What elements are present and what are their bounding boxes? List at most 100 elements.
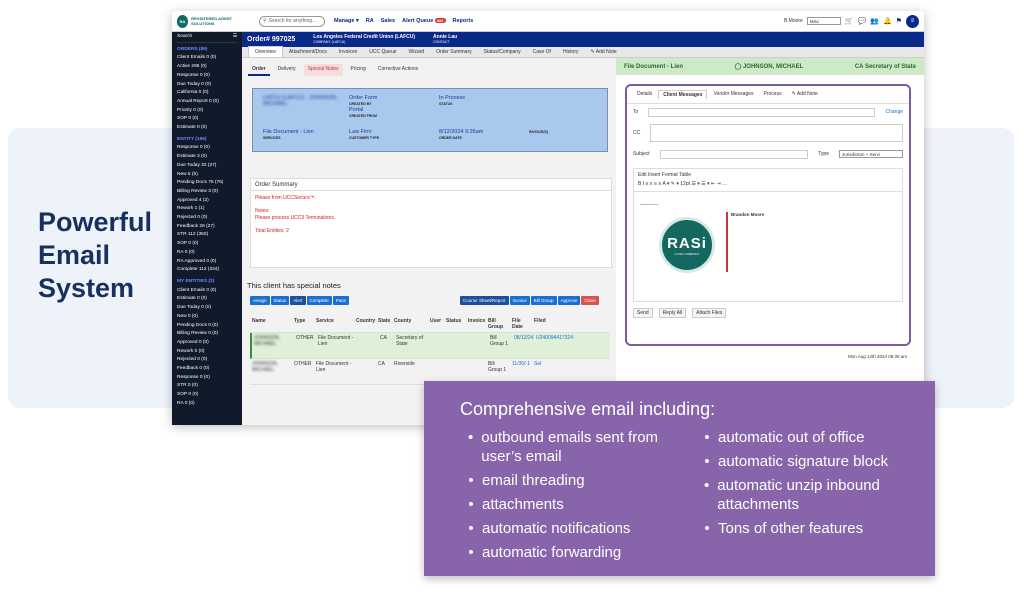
email-editor[interactable]: ----------- RASi A CSC COMPANY Brandon Mo… xyxy=(633,192,903,302)
sidebar-item[interactable]: Estimate 3 (0) xyxy=(177,153,237,162)
nav-manage[interactable]: Manage ▾ xyxy=(334,18,359,24)
email-tab-0[interactable]: Details xyxy=(633,90,656,99)
sidebar-section-title[interactable]: ENTITY (156) xyxy=(177,136,237,145)
subtab-0[interactable]: Order xyxy=(248,64,270,76)
sidebar-item[interactable]: Approved 0 (0) xyxy=(177,339,237,348)
sidebar-item[interactable]: Pending Docs 75 (75) xyxy=(177,179,237,188)
action-button[interactable]: Approve xyxy=(557,296,581,305)
table-cell[interactable]: 11/30/-1 xyxy=(510,361,532,367)
sidebar-item[interactable]: RA 0 (0) xyxy=(177,400,237,409)
search-input[interactable]: ⚲ Search for anything... xyxy=(259,15,325,27)
sidebar-menu-icon[interactable]: ☰ xyxy=(233,33,237,42)
action-button[interactable]: Alert xyxy=(290,296,306,305)
sidebar-item[interactable]: Rework 1 (1) xyxy=(177,205,237,214)
table-cell[interactable]: Sel xyxy=(532,361,570,367)
subtab-2[interactable]: Special Notes xyxy=(303,64,343,76)
column-header[interactable]: State xyxy=(376,318,392,324)
column-header[interactable]: Service xyxy=(314,318,354,324)
editor-format-row[interactable]: B I ≡ ≡ ≡ ≡ A ▾ ✎ ▾ 12pt ☰ ▾ ☰ ▾ ⇤ ⇥ … xyxy=(638,180,898,189)
sidebar-item[interactable]: Feedback 0 (0) xyxy=(177,365,237,374)
action-button[interactable]: Complete xyxy=(306,296,332,305)
sidebar-item[interactable]: Response 0 (0) xyxy=(177,72,237,81)
sidebar-item[interactable]: California 0 (0) xyxy=(177,89,237,98)
action-button[interactable]: Pass xyxy=(332,296,349,305)
email-tab-3[interactable]: Process xyxy=(760,90,786,99)
sidebar-item[interactable]: Client Emails 0 (0) xyxy=(177,287,237,296)
tab-0[interactable]: Overview xyxy=(248,46,283,57)
table-row[interactable]: JOHNSON, MICHAEL OTHER File Document - Lie… xyxy=(250,333,610,359)
sidebar-item[interactable]: Due Today 0 (0) xyxy=(177,304,237,313)
email-tab-4[interactable]: ✎ Add Note xyxy=(788,90,822,99)
sidebar-item[interactable]: Estimate 0 (0) xyxy=(177,124,237,133)
column-header[interactable]: Country xyxy=(354,318,376,324)
menu-icon[interactable]: ≡ xyxy=(906,14,919,28)
column-header[interactable]: Invoice xyxy=(466,318,486,324)
users-icon[interactable]: 👥 xyxy=(870,17,879,25)
tab-1[interactable]: Attachment/Docs xyxy=(283,47,333,57)
nav-ra[interactable]: RA xyxy=(366,18,374,24)
sidebar-item[interactable]: New 5 (5) xyxy=(177,171,237,180)
order-client[interactable]: Los Angeles Federal Credit Union (LAFCU)… xyxy=(313,34,415,45)
column-header[interactable]: Bill Group xyxy=(486,318,510,330)
subject-input[interactable] xyxy=(659,149,809,159)
tab-7[interactable]: Case Of xyxy=(527,47,557,57)
email-tab-1[interactable]: Client Messages xyxy=(658,90,708,99)
sidebar-item[interactable]: RA Approved 0 (0) xyxy=(177,258,237,267)
column-header[interactable]: File Date xyxy=(510,318,532,330)
sidebar-item[interactable]: Annual Report 0 (0) xyxy=(177,98,237,107)
sidebar-search[interactable]: Search ☰ xyxy=(177,33,237,43)
order-contact[interactable]: Annie Lau CONTACT xyxy=(433,34,457,45)
tab-9[interactable]: ✎ Add Note xyxy=(585,47,623,57)
subtab-3[interactable]: Pricing xyxy=(347,64,370,76)
sidebar-item[interactable]: SOP 0 (0) xyxy=(177,115,237,124)
subtab-4[interactable]: Corrective Actions xyxy=(374,64,422,76)
type-select[interactable]: Jurisdiction + Servi xyxy=(839,150,903,158)
column-header[interactable]: Type xyxy=(292,318,314,324)
sidebar-item[interactable]: SOP 0 (0) xyxy=(177,240,237,249)
sidebar-item[interactable]: Due Today 0 (0) xyxy=(177,81,237,90)
sidebar-item[interactable]: New 0 (0) xyxy=(177,313,237,322)
sidebar-item[interactable]: Priority 0 (0) xyxy=(177,107,237,116)
bell-icon[interactable]: 🔔 xyxy=(883,17,892,25)
sidebar-item[interactable]: Response 0 (0) xyxy=(177,144,237,153)
order-client-link[interactable]: LAFCU (LAFCU) - JOHNSON, MICHAEL xyxy=(263,95,343,107)
action-button[interactable]: Courier Sheet/Report xyxy=(460,296,509,305)
column-header[interactable]: Filed xyxy=(532,318,570,324)
tab-8[interactable]: History xyxy=(557,47,585,57)
sidebar-item[interactable]: Rejected 0 (0) xyxy=(177,214,237,223)
tab-5[interactable]: Order Summary xyxy=(430,47,478,57)
sidebar-item[interactable]: Active 295 (0) xyxy=(177,63,237,72)
sidebar-item[interactable]: Billing Review 0 (0) xyxy=(177,330,237,339)
column-header[interactable]: Name xyxy=(250,318,292,324)
sidebar-item[interactable]: SOP 0 (0) xyxy=(177,391,237,400)
sidebar-item[interactable]: Client Emails 0 (0) xyxy=(177,54,237,63)
sidebar-item[interactable]: Rework 0 (0) xyxy=(177,348,237,357)
sidebar-item[interactable]: Pending Docs 0 (0) xyxy=(177,322,237,331)
column-header[interactable]: County xyxy=(392,318,428,324)
tab-3[interactable]: UCC Queue xyxy=(363,47,402,57)
email-button-0[interactable]: Send xyxy=(633,308,653,318)
nav-reports[interactable]: Reports xyxy=(453,18,474,24)
table-cell[interactable]: 08/12/24 xyxy=(512,335,534,341)
tab-6[interactable]: Status/Company xyxy=(478,47,527,57)
message-row[interactable]: Mon Aug 12th 2024 08:39 am xyxy=(625,354,911,359)
sidebar-item[interactable]: Due Today 32 (27) xyxy=(177,162,237,171)
email-button-1[interactable]: Reply All xyxy=(658,308,687,318)
chat-icon[interactable]: 💬 xyxy=(858,17,867,25)
flag-icon[interactable]: ⚑ xyxy=(896,17,902,25)
cc-input[interactable] xyxy=(650,124,903,142)
logo[interactable]: RA REGISTERED AGENT SOLUTIONS xyxy=(177,14,247,28)
subtab-1[interactable]: Delivery xyxy=(274,64,300,76)
sidebar-item[interactable]: Feedback 26 (27) xyxy=(177,223,237,232)
sidebar-section-title[interactable]: ORDERS (89) xyxy=(177,46,237,55)
tab-2[interactable]: Invoices xyxy=(333,47,363,57)
nav-alert-queue[interactable]: Alert Queue 682 xyxy=(402,18,446,24)
email-tab-2[interactable]: Vendor Messages xyxy=(709,90,757,99)
sidebar-item[interactable]: Complete 112 (334) xyxy=(177,266,237,275)
to-input[interactable] xyxy=(648,107,876,117)
column-header[interactable]: User xyxy=(428,318,444,324)
action-button[interactable]: Close xyxy=(581,296,599,305)
tab-4[interactable]: Wizard xyxy=(403,47,431,57)
sidebar-item[interactable]: Response 0 (0) xyxy=(177,374,237,383)
nav-sales[interactable]: Sales xyxy=(381,18,395,24)
